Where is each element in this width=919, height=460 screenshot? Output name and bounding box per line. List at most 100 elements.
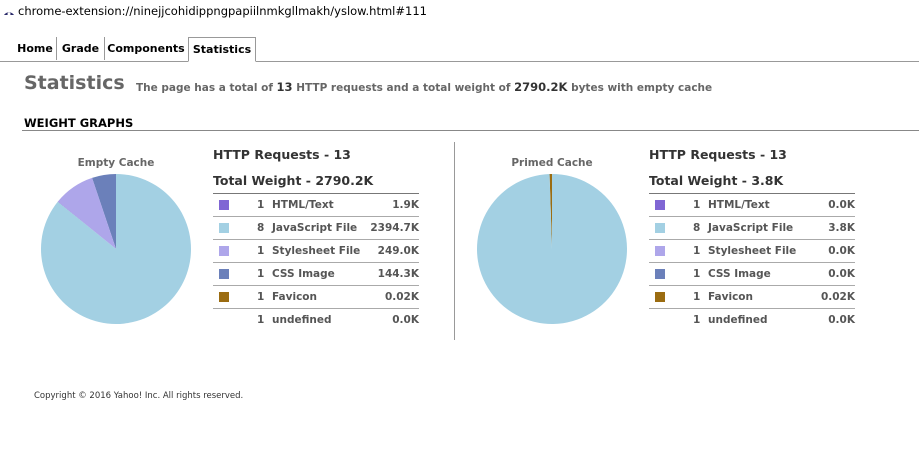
legend-swatch bbox=[219, 292, 229, 302]
primed-cache-pie-chart bbox=[477, 174, 627, 324]
legend-swatch bbox=[219, 223, 229, 233]
row-count: 1 bbox=[677, 262, 708, 286]
table-row: 1 undefined 0.0K bbox=[649, 308, 855, 331]
row-size: 0.0K bbox=[814, 308, 855, 331]
primed-cache-label: Primed Cache bbox=[511, 157, 593, 169]
row-size: 0.0K bbox=[814, 239, 855, 263]
row-type: JavaScript File bbox=[272, 216, 367, 240]
summary-post: bytes with empty cache bbox=[571, 82, 713, 94]
empty-cache-label: Empty Cache bbox=[77, 157, 155, 169]
pie-slice-javascript-file bbox=[477, 174, 627, 324]
legend-swatch bbox=[655, 246, 665, 256]
tab-home[interactable]: Home bbox=[14, 37, 57, 60]
legend-swatch-cell bbox=[213, 308, 241, 331]
table-row: 8 JavaScript File 3.8K bbox=[649, 216, 855, 240]
page-title: Statistics bbox=[24, 72, 125, 94]
empty-cache-pie-chart bbox=[40, 174, 191, 324]
table-row: 1 undefined 0.0K bbox=[213, 308, 419, 331]
column-divider bbox=[454, 142, 455, 340]
legend-swatch bbox=[655, 223, 665, 233]
row-type: Favicon bbox=[272, 285, 367, 309]
url-text[interactable]: chrome-extension://ninejjcohidippngpapii… bbox=[18, 4, 427, 18]
row-type: HTML/Text bbox=[708, 193, 815, 217]
tab-statistics[interactable]: Statistics bbox=[188, 37, 256, 62]
legend-swatch bbox=[219, 200, 229, 210]
summary-weight: 2790.2K bbox=[514, 80, 568, 94]
legend-swatch-cell bbox=[213, 239, 241, 263]
primed-cache-requests-heading: HTTP Requests - 13 bbox=[649, 147, 787, 162]
legend-swatch-cell bbox=[213, 262, 241, 286]
empty-cache-requests-heading: HTTP Requests - 13 bbox=[213, 147, 351, 162]
section-title: WEIGHT GRAPHS bbox=[24, 116, 134, 130]
empty-cache-weight-table: 1 HTML/Text 1.9K 8 JavaScript File 2394.7K 1 St… bbox=[213, 193, 419, 331]
row-type: CSS Image bbox=[272, 262, 367, 286]
legend-swatch-cell bbox=[649, 239, 677, 263]
legend-swatch bbox=[219, 269, 229, 279]
summary-mid: HTTP requests and a total weight of bbox=[296, 82, 511, 94]
legend-swatch-cell bbox=[649, 285, 677, 309]
address-bar: chrome-extension://ninejjcohidippngpapii… bbox=[0, 0, 919, 22]
primed-cache-weight-table: 1 HTML/Text 0.0K 8 JavaScript File 3.8K 1 Style… bbox=[649, 193, 855, 331]
tab-components[interactable]: Components bbox=[105, 37, 187, 60]
row-count: 8 bbox=[677, 216, 708, 240]
primed-cache-weight-heading: Total Weight - 3.8K bbox=[649, 173, 784, 188]
row-size: 1.9K bbox=[366, 193, 419, 217]
row-size: 0.02K bbox=[814, 285, 855, 309]
row-size: 0.02K bbox=[366, 285, 419, 309]
legend-swatch-cell bbox=[213, 216, 241, 240]
row-size: 144.3K bbox=[366, 262, 419, 286]
row-type: Stylesheet File bbox=[708, 239, 815, 263]
row-count: 1 bbox=[241, 285, 272, 309]
legend-swatch-cell bbox=[649, 262, 677, 286]
row-type: JavaScript File bbox=[708, 216, 815, 240]
row-count: 1 bbox=[677, 193, 708, 217]
legend-swatch-cell bbox=[649, 308, 677, 331]
legend-swatch bbox=[655, 200, 665, 210]
legend-swatch-cell bbox=[213, 193, 241, 217]
summary-pre: The page has a total of bbox=[136, 82, 273, 94]
row-size: 0.0K bbox=[814, 193, 855, 217]
table-row: 1 Favicon 0.02K bbox=[649, 285, 855, 309]
row-size: 0.0K bbox=[814, 262, 855, 286]
row-count: 1 bbox=[241, 193, 272, 217]
legend-swatch-cell bbox=[213, 285, 241, 309]
row-count: 1 bbox=[241, 262, 272, 286]
table-row: 1 HTML/Text 0.0K bbox=[649, 193, 855, 217]
row-type: CSS Image bbox=[708, 262, 815, 286]
table-row: 1 CSS Image 144.3K bbox=[213, 262, 419, 286]
row-count: 1 bbox=[241, 308, 272, 331]
legend-swatch-cell bbox=[649, 193, 677, 217]
row-type: HTML/Text bbox=[272, 193, 367, 217]
row-size: 249.0K bbox=[366, 239, 419, 263]
empty-cache-weight-heading: Total Weight - 2790.2K bbox=[213, 173, 374, 188]
row-type: undefined bbox=[272, 308, 367, 331]
summary-text: The page has a total of 13 HTTP requests… bbox=[136, 80, 712, 94]
table-row: 1 CSS Image 0.0K bbox=[649, 262, 855, 286]
row-type: Favicon bbox=[708, 285, 815, 309]
table-row: 8 JavaScript File 2394.7K bbox=[213, 216, 419, 240]
tab-bar: Home Grade Components Statistics bbox=[0, 37, 919, 62]
row-size: 0.0K bbox=[366, 308, 419, 331]
legend-swatch bbox=[655, 292, 665, 302]
row-count: 8 bbox=[241, 216, 272, 240]
row-size: 2394.7K bbox=[366, 216, 419, 240]
row-count: 1 bbox=[677, 308, 708, 331]
row-type: undefined bbox=[708, 308, 815, 331]
row-count: 1 bbox=[677, 239, 708, 263]
row-count: 1 bbox=[241, 239, 272, 263]
table-row: 1 Stylesheet File 0.0K bbox=[649, 239, 855, 263]
legend-swatch-cell bbox=[649, 216, 677, 240]
copyright-footer: Copyright © 2016 Yahoo! Inc. All rights … bbox=[34, 391, 244, 401]
section-divider bbox=[22, 130, 919, 131]
row-type: Stylesheet File bbox=[272, 239, 367, 263]
row-count: 1 bbox=[677, 285, 708, 309]
table-row: 1 Stylesheet File 249.0K bbox=[213, 239, 419, 263]
table-row: 1 Favicon 0.02K bbox=[213, 285, 419, 309]
row-size: 3.8K bbox=[814, 216, 855, 240]
table-row: 1 HTML/Text 1.9K bbox=[213, 193, 419, 217]
extension-favicon-icon bbox=[4, 12, 14, 16]
legend-swatch bbox=[655, 269, 665, 279]
legend-swatch bbox=[219, 246, 229, 256]
summary-requests: 13 bbox=[276, 80, 293, 94]
tab-grade[interactable]: Grade bbox=[57, 37, 105, 60]
